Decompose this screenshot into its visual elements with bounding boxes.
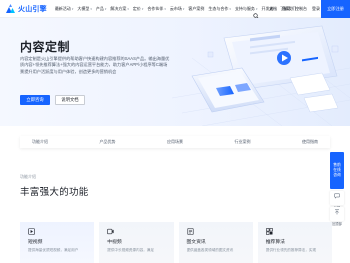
feature-card-title: 中视频 — [107, 240, 122, 245]
volcano-logo-icon — [6, 4, 16, 13]
chevron-down-icon: ▾ — [164, 6, 166, 11]
nav-label: 合作伙伴 — [147, 5, 164, 11]
chevron-down-icon: ▾ — [127, 6, 129, 11]
nav-label: 产品 — [95, 5, 104, 11]
section-eyebrow: 功能介绍 — [20, 174, 36, 179]
nav-label: 客户案例 — [188, 5, 205, 11]
nav-cloud-market[interactable]: 云市场 ▾ — [170, 6, 185, 12]
article-icon — [187, 228, 253, 235]
float-cta-line: 咨询 — [333, 172, 341, 177]
feature-card-title: 短视频 — [28, 240, 43, 245]
nav-partners[interactable]: 合作伙伴 ▾ — [147, 6, 166, 12]
nav-large-model[interactable]: 大模型 ▾ — [77, 6, 92, 12]
feature-card-title: 图文资讯 — [186, 240, 206, 245]
nav-latest-activities[interactable]: 最新活动 ▾ — [55, 6, 74, 12]
nav-customer-cases[interactable]: 客户案例 — [188, 6, 204, 12]
logo-text: 火山引擎 — [18, 5, 47, 13]
docs-button[interactable]: 说明文档 — [55, 95, 85, 105]
nav-pricing[interactable]: 定价 ▾ — [133, 6, 144, 12]
hero-description: 内容定制是火山引擎提供的帮助客户快速构建内容推荐的SAAS产品。输出海量优质内容… — [20, 56, 170, 74]
tab-advantages[interactable]: 产品优势 — [100, 139, 116, 145]
video-icon — [107, 228, 173, 235]
nav-label: 支持与服务 — [234, 5, 255, 11]
section-title: 丰富强大的功能 — [20, 187, 89, 198]
nav-label: 生态与合作 — [208, 5, 229, 11]
play-icon — [28, 228, 94, 235]
presales-consult-button[interactable]: 售前 在线 咨询 — [330, 152, 344, 189]
tab-guide[interactable]: 使用指南 — [302, 139, 318, 145]
nav-label: 云市场 — [169, 5, 182, 11]
search-icon[interactable] — [253, 6, 259, 19]
algorithm-icon — [265, 228, 332, 235]
feature-card-algorithm[interactable]: 推荐算法 提供行业领先的推荐算法，实现 — [257, 222, 332, 263]
feature-card-desc: 提供涵盖各类领域的图文资讯 — [186, 248, 234, 252]
chevron-down-icon: ▾ — [71, 6, 74, 11]
chevron-down-icon: ▾ — [141, 6, 144, 11]
chevron-down-icon: ▾ — [104, 6, 107, 11]
filing-link[interactable]: 备案 — [282, 6, 290, 12]
hero-illustration — [171, 18, 350, 126]
console-link[interactable]: 控制台 — [295, 6, 307, 12]
feature-card-short-video[interactable]: 短视频 提供海量优质短视频，满足用户 — [20, 222, 95, 263]
login-link[interactable]: 登录 — [312, 6, 320, 12]
tab-scenarios[interactable]: 应用场景 — [167, 139, 183, 145]
tab-features[interactable]: 功能介绍 — [32, 139, 48, 145]
feature-card-title: 推荐算法 — [265, 240, 285, 245]
docs-link[interactable]: 文档 — [269, 6, 277, 12]
floating-sidebar: 售前 在线 咨询 反馈 回顶部 — [330, 152, 344, 226]
chevron-down-icon: ▾ — [229, 6, 231, 11]
nav-label: 定价 — [132, 5, 141, 11]
nav-label: 最新活动 — [54, 5, 71, 11]
tab-cases[interactable]: 行业案例 — [235, 139, 251, 145]
logo[interactable]: 火山引擎 — [6, 0, 47, 18]
feature-card-desc: 提供海量优质短视频，满足用户 — [28, 248, 79, 252]
nav-label: 大模型 — [77, 5, 90, 11]
chevron-down-icon: ▾ — [90, 6, 92, 11]
back-to-top-button[interactable]: 回顶部 — [330, 207, 344, 226]
header-right: 文档 备案 控制台 登录 — [253, 0, 320, 19]
hero-banner: 内容定制 内容定制是火山引擎提供的帮助客户快速构建内容推荐的SAAS产品。输出海… — [0, 18, 350, 126]
feature-card-medium-video[interactable]: 中视频 提供中长视频资源内容，满足 — [99, 222, 174, 263]
consult-button[interactable]: 立即咨询 — [20, 95, 50, 105]
back-to-top-label: 回顶部 — [332, 222, 342, 226]
arrow-up-icon — [334, 202, 340, 220]
nav-label: 解决方案 — [110, 5, 127, 11]
nav-ecosystem[interactable]: 生态与合作 ▾ — [208, 6, 231, 12]
section-tabs: 功能介绍 产品优势 应用场景 行业案例 使用指南 — [20, 136, 330, 148]
top-navigation-bar: 火山引擎 最新活动 ▾ 大模型 ▾ 产品 ▾ 解决方案 ▾ 定价 ▾ 合作伙伴 ▾ 云市场 ▾… — [0, 0, 350, 19]
feature-card-desc: 提供行业领先的推荐算法，实现 — [265, 248, 317, 252]
nav-products[interactable]: 产品 ▾ — [96, 6, 107, 12]
nav-solutions[interactable]: 解决方案 ▾ — [110, 6, 129, 12]
register-button[interactable]: 立即注册 — [321, 0, 350, 18]
feature-card-articles[interactable]: 图文资讯 提供涵盖各类领域的图文资讯 — [178, 222, 253, 263]
feature-cards: 短视频 提供海量优质短视频，满足用户 中视频 提供中长视频资源内容，满足 图文资… — [20, 222, 332, 263]
feature-card-desc: 提供中长视频资源内容，满足 — [107, 248, 154, 252]
chevron-down-icon: ▾ — [182, 6, 185, 11]
page-title: 内容定制 — [20, 40, 71, 54]
